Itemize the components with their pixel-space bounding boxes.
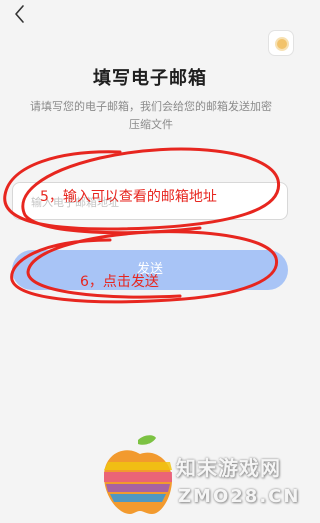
watermark-line1: 知末游戏网 bbox=[176, 456, 281, 480]
annotation-step5: 5，输入可以查看的邮箱地址 bbox=[40, 189, 217, 205]
page-title: 填写电子邮箱 bbox=[93, 68, 207, 89]
chevron-left-icon bbox=[15, 5, 24, 23]
apple-logo-icon bbox=[104, 435, 172, 514]
back-button[interactable] bbox=[8, 2, 32, 26]
app-badge-dot bbox=[275, 37, 289, 51]
app-badge-icon[interactable] bbox=[268, 30, 294, 56]
page-description: 请填写您的电子邮箱，我们会给您的邮箱发送加密压缩文件 bbox=[30, 100, 272, 131]
watermark-line2: ZMO28.CN bbox=[178, 486, 301, 507]
watermark: 知末游戏网 ZMO28.CN bbox=[96, 432, 298, 522]
annotation-step6: 6，点击发送 bbox=[80, 274, 159, 290]
